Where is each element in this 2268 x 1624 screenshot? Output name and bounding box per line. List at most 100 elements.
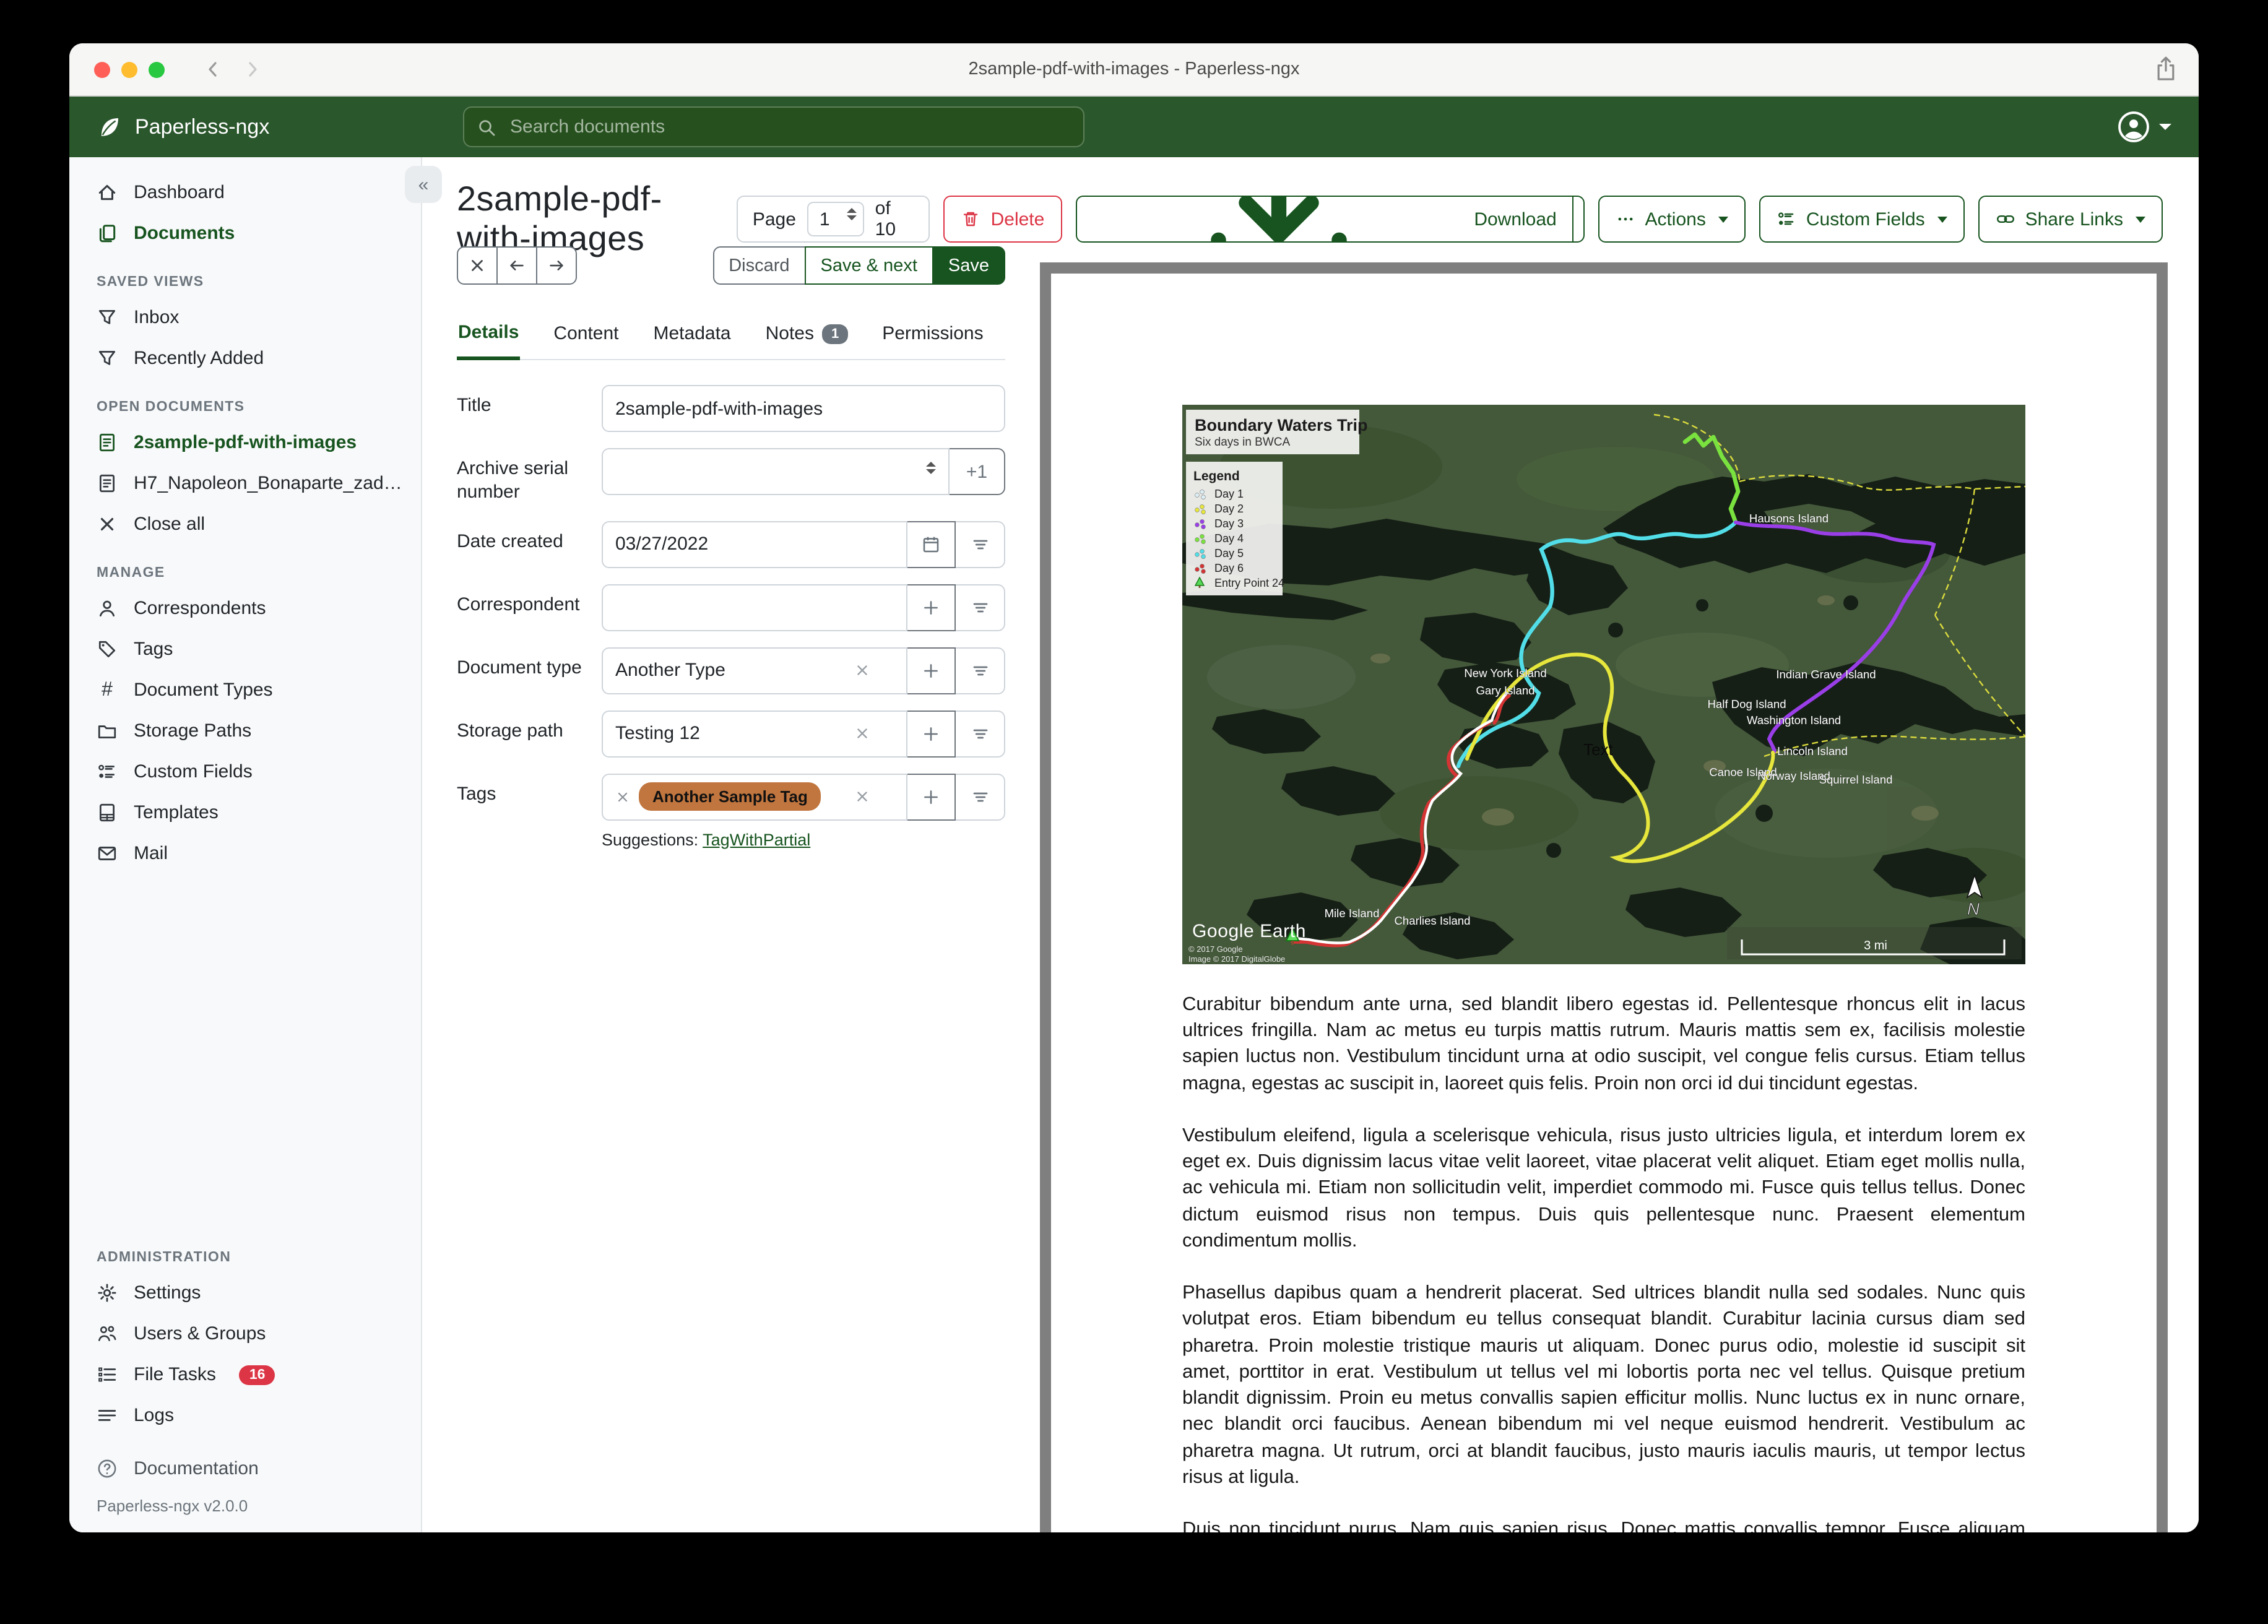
previous-document-button[interactable]	[496, 246, 537, 285]
sidebar-item-correspondents[interactable]: Correspondents	[69, 588, 421, 629]
sidebar-item-tags[interactable]: Tags	[69, 629, 421, 670]
sidebar-item-open-document-2[interactable]: H7_Napoleon_Bonaparte_zadanie	[69, 463, 421, 504]
doc-nav-group	[457, 246, 577, 285]
file-icon	[97, 432, 118, 453]
sidebar-item-document-types[interactable]: # Document Types	[69, 670, 421, 710]
page-number-input[interactable]	[819, 209, 844, 230]
add-storage-path-button[interactable]	[906, 710, 956, 757]
search-input[interactable]	[508, 115, 1071, 139]
sidebar-item-documents[interactable]: Documents	[69, 213, 421, 254]
sidebar-item-label: Documents	[134, 223, 235, 244]
page-stepper[interactable]	[846, 208, 857, 220]
close-document-button[interactable]	[457, 246, 498, 285]
sidebar-item-custom-fields[interactable]: Custom Fields	[69, 751, 421, 792]
document-type-filter-button[interactable]	[956, 647, 1005, 694]
calendar-button[interactable]	[906, 520, 956, 568]
tags-select[interactable]: Another Sample Tag	[602, 773, 907, 820]
delete-button[interactable]: Delete	[943, 196, 1062, 243]
asn-stepper[interactable]	[926, 462, 936, 474]
tags-filter-button[interactable]	[956, 773, 1005, 820]
download-button[interactable]: Download	[1076, 197, 1572, 241]
clear-icon[interactable]	[854, 788, 870, 805]
sidebar-item-templates[interactable]: Templates	[69, 792, 421, 833]
sidebar-item-mail[interactable]: Mail	[69, 833, 421, 874]
satellite-map: Hausons Island New York Island Gary Isla…	[1182, 405, 2025, 964]
island-label: Squirrel Island	[1819, 773, 1893, 786]
title-input[interactable]	[615, 398, 992, 419]
sidebar-item-settings[interactable]: Settings	[69, 1272, 421, 1313]
discard-button[interactable]: Discard	[712, 246, 806, 285]
users-icon	[97, 1323, 118, 1344]
sidebar-item-inbox[interactable]: Inbox	[69, 297, 421, 338]
brand[interactable]: Paperless-ngx	[97, 114, 269, 140]
search-box[interactable]	[463, 106, 1084, 147]
share-links-button[interactable]: Share Links	[1978, 196, 2163, 243]
form-row-asn: Archive serial number +1	[457, 448, 1005, 504]
clear-icon[interactable]	[854, 725, 870, 741]
legend-label: Day 2	[1214, 503, 1244, 515]
form-row-tags: Tags Another Sample Tag Suggestions: Tag…	[457, 773, 1005, 849]
share-icon[interactable]	[2153, 56, 2179, 82]
form-row-document-type: Document type Another Type	[457, 647, 1005, 694]
add-correspondent-button[interactable]	[906, 584, 956, 631]
tab-metadata[interactable]: Metadata	[652, 312, 732, 359]
island-label: Charlies Island	[1395, 914, 1471, 927]
sidebar-item-open-document-1[interactable]: 2sample-pdf-with-images	[69, 422, 421, 463]
page-number-input-wrap	[807, 202, 864, 236]
suggestion-link[interactable]: TagWithPartial	[703, 830, 810, 849]
sidebar-item-close-all[interactable]: Close all	[69, 504, 421, 545]
save-group: Discard Save & next Save	[712, 246, 1005, 285]
sidebar-heading-open-documents: OPEN DOCUMENTS	[97, 400, 245, 415]
sidebar-item-storage-paths[interactable]: Storage Paths	[69, 710, 421, 751]
tab-details[interactable]: Details	[457, 312, 521, 360]
actions-button[interactable]: Actions	[1598, 196, 1746, 243]
zoom-window-button[interactable]	[149, 61, 165, 77]
minimize-window-button[interactable]	[121, 61, 137, 77]
download-button-label: Download	[1474, 209, 1557, 230]
document-type-value: Another Type	[615, 660, 725, 681]
form-row-title: Title	[457, 385, 1005, 432]
sidebar-item-label: Tags	[134, 639, 173, 660]
correspondent-filter-button[interactable]	[956, 584, 1005, 631]
asn-input[interactable]	[615, 461, 936, 482]
sidebar-item-dashboard[interactable]: Dashboard	[69, 172, 421, 213]
sidebar-item-logs[interactable]: Logs	[69, 1395, 421, 1436]
document-type-select[interactable]: Another Type	[602, 647, 907, 694]
save-button[interactable]: Save	[932, 246, 1005, 285]
pdf-preview-pane[interactable]: Hausons Island New York Island Gary Isla…	[1040, 262, 2168, 1532]
save-and-next-button[interactable]: Save & next	[804, 246, 933, 285]
tab-content[interactable]: Content	[552, 312, 620, 359]
browser-forward-icon[interactable]	[243, 59, 262, 79]
date-created-input[interactable]	[615, 533, 894, 555]
sidebar: Dashboard Documents SAVED VIEWS Inbox Re…	[69, 157, 422, 1532]
close-window-button[interactable]	[94, 61, 110, 77]
sidebar-item-label: Inbox	[134, 307, 180, 328]
clear-icon[interactable]	[854, 662, 870, 678]
tag-chip[interactable]: Another Sample Tag	[639, 782, 821, 811]
tab-permissions[interactable]: Permissions	[881, 312, 984, 359]
asn-increment-button[interactable]: +1	[948, 448, 1005, 495]
question-icon	[97, 1458, 118, 1479]
custom-fields-button[interactable]: Custom Fields	[1759, 196, 1965, 243]
remove-tag-icon[interactable]	[615, 789, 630, 804]
browser-back-icon[interactable]	[203, 59, 223, 79]
date-filter-button[interactable]	[956, 520, 1005, 568]
mail-icon	[97, 843, 118, 864]
sidebar-collapse-button[interactable]: «	[405, 166, 442, 203]
correspondent-select[interactable]	[602, 584, 907, 631]
user-menu[interactable]	[2117, 110, 2171, 144]
download-menu-toggle[interactable]	[1572, 197, 1583, 241]
storage-path-filter-button[interactable]	[956, 710, 1005, 757]
chevron-down-icon	[1937, 216, 1947, 222]
sidebar-item-users-groups[interactable]: Users & Groups	[69, 1313, 421, 1354]
edit-toolbar: Discard Save & next Save	[457, 246, 1005, 285]
add-document-type-button[interactable]	[906, 647, 956, 694]
add-tag-button[interactable]	[906, 773, 956, 820]
tab-notes[interactable]: Notes 1	[764, 312, 849, 359]
sidebar-item-documentation[interactable]: Documentation	[69, 1448, 421, 1489]
page-navigation: Page of 10	[736, 196, 930, 243]
storage-path-select[interactable]: Testing 12	[602, 710, 907, 757]
sidebar-item-recently-added[interactable]: Recently Added	[69, 338, 421, 379]
sidebar-item-file-tasks[interactable]: File Tasks 16	[69, 1354, 421, 1395]
next-document-button[interactable]	[536, 246, 577, 285]
